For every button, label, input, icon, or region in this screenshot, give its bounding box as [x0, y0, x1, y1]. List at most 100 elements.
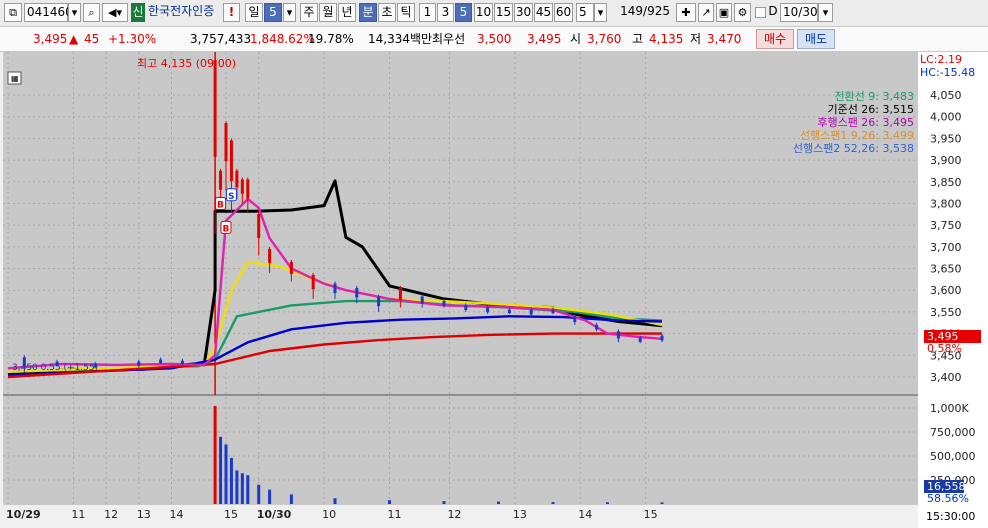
- date-dropdown-arrow[interactable]: ▾: [818, 3, 833, 22]
- candle-body: [660, 335, 664, 341]
- candle-body: [486, 307, 490, 313]
- volume-tick-label: 500,000: [930, 450, 976, 463]
- candle-body: [616, 331, 620, 339]
- interval-45[interactable]: 45: [534, 3, 553, 22]
- interval-3[interactable]: 3: [437, 3, 454, 22]
- legend-entry: 전환선 9: 3,483: [834, 90, 914, 103]
- volume-bar: [235, 470, 239, 504]
- buy-button[interactable]: 매수: [756, 29, 794, 49]
- volume-bar: [240, 473, 244, 504]
- period-tick[interactable]: 틱: [397, 3, 415, 22]
- current-pct-tag: 0.58%: [927, 342, 962, 355]
- volume-bar: [213, 406, 217, 504]
- time-tick-label: 12: [447, 508, 461, 521]
- candle-body: [420, 296, 424, 304]
- volume-ratio: 1,848.62%: [250, 32, 315, 46]
- period-day-button[interactable]: 일: [245, 3, 263, 22]
- interval-30[interactable]: 30: [514, 3, 533, 22]
- d-checkbox[interactable]: [755, 7, 766, 18]
- candle-body: [289, 261, 293, 274]
- best-bid-label: 최우선: [432, 32, 466, 46]
- candle-body: [246, 179, 250, 199]
- low-price: 3,470: [707, 32, 742, 46]
- time-tick-label: 14: [170, 508, 184, 521]
- period-month[interactable]: 월: [319, 3, 337, 22]
- signal-label: S: [228, 192, 234, 202]
- sound-icon[interactable]: ◀▾: [102, 3, 128, 22]
- candle-body: [180, 360, 184, 365]
- period-minute[interactable]: 분: [359, 3, 377, 22]
- price-tick-label: 4,050: [930, 89, 962, 102]
- count-input[interactable]: 5: [576, 3, 594, 22]
- hc-label: HC:-15.48: [920, 66, 975, 79]
- date-input[interactable]: 10/30: [780, 3, 818, 22]
- period-num-button[interactable]: 5: [264, 3, 282, 22]
- legend-entry: 후행스팬 26: 3,495: [817, 116, 914, 129]
- best-bid-price: 3,495: [527, 32, 562, 46]
- candle-body: [529, 309, 533, 315]
- settings-icon[interactable]: ⚙: [734, 3, 751, 22]
- candle-body: [464, 305, 468, 311]
- volume-bar: [388, 500, 391, 504]
- price-tick-label: 3,400: [930, 371, 962, 384]
- price-tick-label: 3,950: [930, 132, 962, 145]
- interval-1[interactable]: 1: [419, 3, 436, 22]
- volume-bar: [442, 501, 446, 504]
- time-tick-label: 13: [137, 508, 151, 521]
- period-dropdown-arrow[interactable]: ▾: [283, 3, 296, 22]
- legend-entry: 선행스팬1 9,26: 3,499: [800, 129, 914, 142]
- candle-body: [159, 359, 163, 364]
- price-tick-label: 3,750: [930, 219, 962, 232]
- best-ask-price: 3,500: [477, 32, 512, 46]
- candle-body: [638, 337, 642, 342]
- candle-body: [268, 248, 272, 264]
- price-chart[interactable]: 4,050 4,000 3,950 3,900 3,850 3,800 3,750 3,700…: [0, 52, 988, 528]
- signal-label: B: [223, 224, 230, 234]
- sell-button[interactable]: 매도: [797, 29, 835, 49]
- volume-pct-tag: 58.56%: [927, 492, 969, 505]
- up-arrow-icon: ▲: [69, 32, 79, 46]
- period-second[interactable]: 초: [378, 3, 396, 22]
- count-dropdown-arrow[interactable]: ▾: [594, 3, 607, 22]
- stock-name: 한국전자인증: [148, 4, 215, 18]
- volume-bar: [219, 436, 223, 504]
- period-year[interactable]: 년: [338, 3, 356, 22]
- volume-bar: [551, 502, 555, 504]
- volume-bar: [229, 457, 233, 504]
- candle-body: [213, 60, 217, 157]
- low-label: 저: [690, 32, 702, 46]
- alert-button[interactable]: !: [223, 3, 240, 22]
- chart-grid-icon: ▦: [11, 74, 19, 83]
- draw-tool-icon[interactable]: ↗: [698, 3, 714, 22]
- period-week[interactable]: 주: [300, 3, 318, 22]
- interval-10[interactable]: 10: [474, 3, 493, 22]
- volume-bar: [257, 484, 261, 504]
- candle-body: [311, 274, 315, 290]
- toolbar: ⧉ 041460 ▾ ⌕ ◀▾ 신 한국전자인증 ! 일 5 ▾ 주 월 년 분…: [0, 0, 988, 27]
- interval-15[interactable]: 15: [494, 3, 513, 22]
- stock-code-input[interactable]: 041460: [24, 3, 73, 22]
- time-tick-label: 11: [388, 508, 402, 521]
- open-price: 3,760: [587, 32, 622, 46]
- crosshair-icon[interactable]: ✚: [676, 3, 696, 22]
- save-icon[interactable]: ▣: [716, 3, 732, 22]
- candle-body: [595, 324, 599, 330]
- window-icon[interactable]: ⧉: [4, 3, 22, 22]
- candle-body: [333, 283, 337, 294]
- code-dropdown-arrow[interactable]: ▾: [68, 3, 81, 22]
- high-price: 4,135: [649, 32, 684, 46]
- price-tick-label: 3,550: [930, 306, 962, 319]
- base-note: 3,450 0.55 (+1.55): [12, 363, 98, 373]
- candle-body: [507, 309, 511, 314]
- time-tick-label: 13: [513, 508, 527, 521]
- price-tick-label: 3,800: [930, 197, 962, 210]
- price-tick-label: 3,700: [930, 241, 962, 254]
- interval-60[interactable]: 60: [554, 3, 573, 22]
- volume-tick-label: 750,000: [930, 426, 976, 439]
- search-icon[interactable]: ⌕: [83, 3, 100, 22]
- interval-5[interactable]: 5: [455, 3, 472, 22]
- time-readout: 15:30:00: [926, 510, 975, 523]
- volume-bar: [497, 501, 500, 504]
- volume-bar: [333, 498, 337, 504]
- market-badge: 신: [131, 3, 145, 22]
